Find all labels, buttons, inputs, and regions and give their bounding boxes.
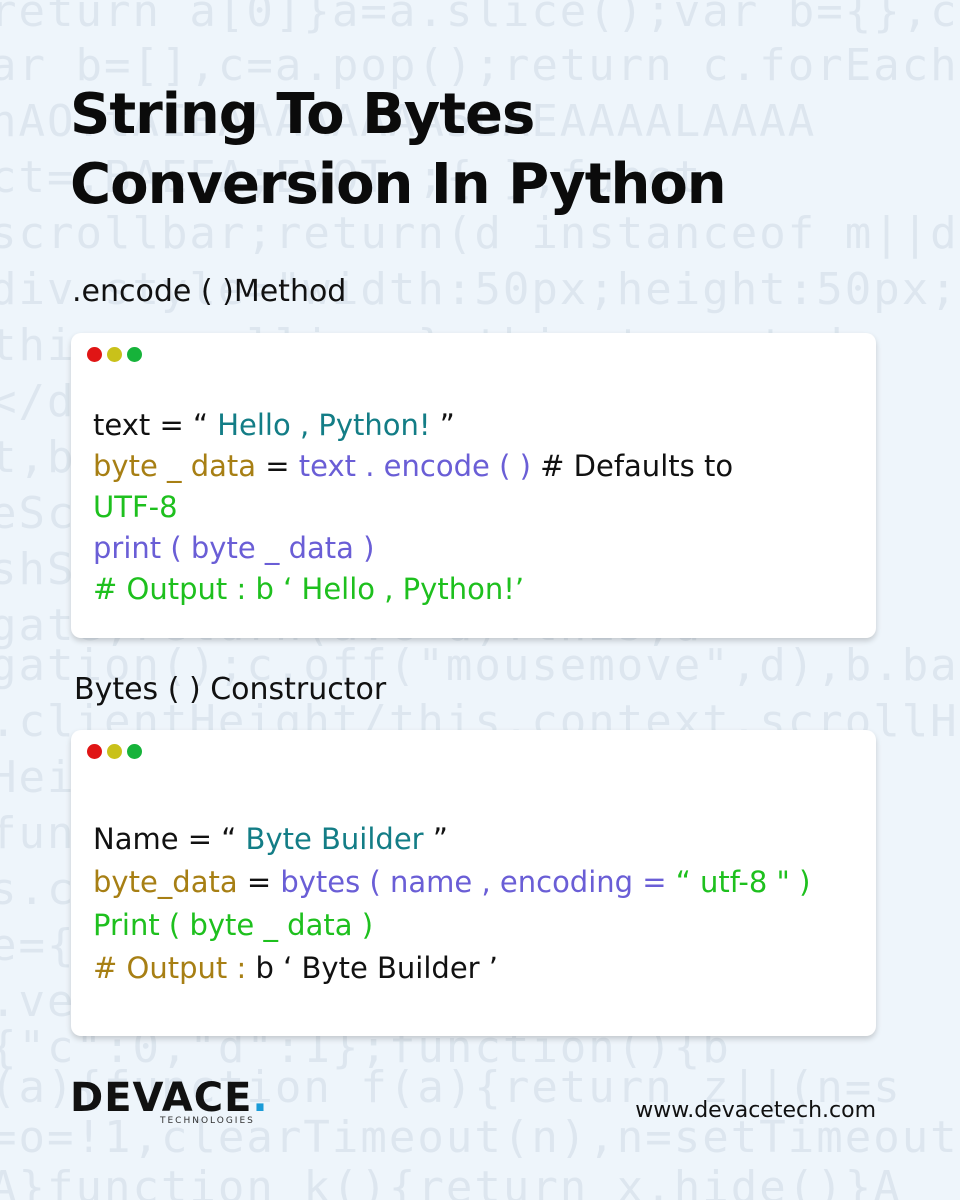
code-call: bytes ( name , encoding = <box>280 865 676 899</box>
code-variable: byte_data <box>93 865 238 899</box>
green-dot-icon <box>127 347 142 362</box>
yellow-dot-icon <box>107 744 122 759</box>
code-token: ” <box>432 822 448 856</box>
bytes-constructor-heading: Bytes ( ) Constructor <box>74 672 387 707</box>
logo-wordmark: DEVACE. <box>70 1076 269 1120</box>
page-title-line2: Conversion In Python <box>70 152 727 217</box>
red-dot-icon <box>87 347 102 362</box>
logo-subtitle: TECHNOLOGIES <box>160 1116 255 1126</box>
code-line: UTF-8 <box>93 490 178 524</box>
window-controls <box>87 744 142 759</box>
code-line: Name = “ Byte Builder ” <box>93 818 810 861</box>
bytes-code-block: Name = “ Byte Builder ” byte_data = byte… <box>93 818 810 990</box>
code-call: text . encode ( ) <box>298 449 531 483</box>
code-token: = <box>237 865 281 899</box>
code-comment: # Output : <box>93 951 247 985</box>
yellow-dot-icon <box>107 347 122 362</box>
page-title: String To Bytes Conversion In Python <box>70 80 727 220</box>
encode-code-block: text = “ Hello , Python! ” byte _ data =… <box>93 405 733 610</box>
page-title-line1: String To Bytes <box>70 82 535 147</box>
green-dot-icon <box>127 744 142 759</box>
logo-name: DEVACE <box>70 1075 253 1121</box>
code-line: print ( byte _ data ) <box>93 531 375 565</box>
code-line: Print ( byte _ data ) <box>93 908 374 942</box>
code-comment: # Defaults to <box>530 449 734 483</box>
code-variable: byte _ data <box>93 449 257 483</box>
code-token: text = “ <box>93 408 218 442</box>
code-token: = <box>256 449 299 483</box>
code-line: byte _ data = text . encode ( ) # Defaul… <box>93 446 733 487</box>
red-dot-icon <box>87 744 102 759</box>
code-token: b ‘ Byte Builder ’ <box>246 951 499 985</box>
bytes-code-card: Name = “ Byte Builder ” byte_data = byte… <box>71 730 876 1036</box>
code-string: “ utf-8 " ) <box>675 865 811 899</box>
code-line: # Output : b ‘ Byte Builder ’ <box>93 947 810 990</box>
encode-method-heading: .encode ( )Method <box>72 274 347 309</box>
code-line: # Output : b ‘ Hello , Python!’ <box>93 572 525 606</box>
logo-dot: . <box>252 1075 269 1121</box>
code-token: ” <box>439 408 455 442</box>
code-line: text = “ Hello , Python! ” <box>93 405 733 446</box>
website-url[interactable]: www.devacetech.com <box>635 1098 876 1123</box>
devace-logo: DEVACE. TECHNOLOGIES <box>70 1076 269 1126</box>
encode-code-card: text = “ Hello , Python! ” byte _ data =… <box>71 333 876 638</box>
code-string: Byte Builder <box>245 822 433 856</box>
code-line: byte_data = bytes ( name , encoding = “ … <box>93 861 810 904</box>
code-string: Hello , Python! <box>217 408 440 442</box>
window-controls <box>87 347 142 362</box>
code-token: Name = “ <box>93 822 246 856</box>
